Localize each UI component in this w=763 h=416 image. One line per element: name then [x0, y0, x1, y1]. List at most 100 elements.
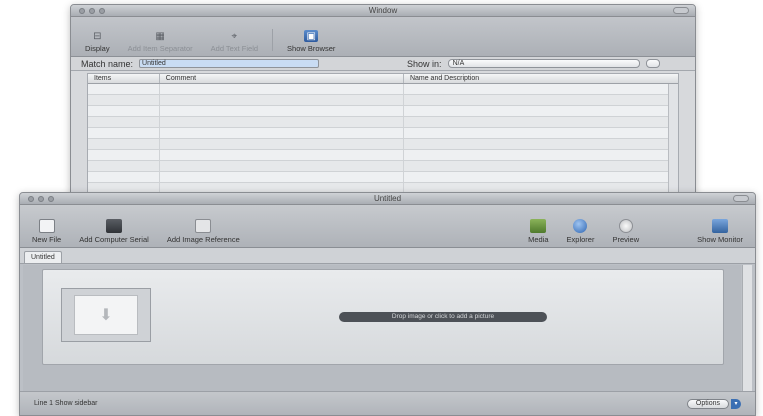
toolbar-item-new-file[interactable]: New File: [28, 219, 65, 244]
table-row[interactable]: [88, 150, 678, 161]
table-row[interactable]: [88, 106, 678, 117]
zoom-button[interactable]: [48, 196, 54, 202]
show-in-label: Show in:: [407, 58, 442, 69]
table-cell: [160, 117, 404, 127]
column-header-comment[interactable]: Comment: [160, 74, 404, 83]
chevron-down-icon[interactable]: ▾: [731, 398, 741, 409]
table-cell: [88, 95, 160, 105]
toolbar-label: Media: [528, 235, 549, 244]
image-drop-panel[interactable]: ⬇ Drop image or click to add a picture: [42, 269, 724, 365]
toolbar-label: Add Image Reference: [166, 235, 240, 244]
column-header-items[interactable]: Items: [88, 74, 160, 83]
toolbar-item-show-monitor[interactable]: Show Monitor: [693, 219, 747, 244]
toolbar-item-add-computer-serial[interactable]: Add Computer Serial: [75, 219, 153, 244]
image-thumbnail[interactable]: ⬇: [61, 288, 151, 342]
match-name-label: Match name:: [81, 58, 134, 69]
table-cell: [404, 172, 678, 182]
toolbar-label: Show Browser: [287, 44, 336, 53]
cursor-icon: ⌖: [231, 30, 238, 42]
window-controls: [28, 196, 54, 202]
options-control: Options ▾: [686, 398, 741, 409]
status-text: Line 1 Show sidebar: [34, 400, 98, 407]
grid-icon: ▦: [155, 30, 165, 42]
play-icon: [618, 219, 633, 233]
table-cell: [160, 106, 404, 116]
table-cell: [88, 161, 160, 171]
toolbar-label: New File: [32, 235, 62, 244]
table-row[interactable]: [88, 117, 678, 128]
table-cell: [404, 117, 678, 127]
toolbar-label: Add Item Separator: [127, 44, 193, 53]
table-cell: [404, 139, 678, 149]
drop-hint: Drop image or click to add a picture: [339, 312, 547, 322]
column-header-name[interactable]: Name and Description: [404, 74, 678, 83]
toolbar-item-add-image-reference[interactable]: Add Image Reference: [163, 219, 244, 244]
toolbar-label: Add Text Field: [210, 44, 259, 53]
close-button[interactable]: [28, 196, 34, 202]
toolbar-item-preview[interactable]: Preview: [608, 219, 643, 244]
toolbar-toggle-button[interactable]: [733, 195, 749, 202]
toolbar-item-show-browser[interactable]: ▣ Show Browser: [283, 30, 339, 53]
table-row[interactable]: [88, 139, 678, 150]
work-area-scrollbar[interactable]: [742, 265, 752, 391]
table-scrollbar[interactable]: [668, 84, 678, 202]
sliders-icon: ⊟: [93, 30, 102, 42]
table-cell: [160, 172, 404, 182]
options-button[interactable]: Options: [686, 398, 729, 409]
table-cell: [404, 95, 678, 105]
table-cell: [160, 95, 404, 105]
minimize-button[interactable]: [38, 196, 44, 202]
table-row[interactable]: [88, 84, 678, 95]
toolbar-item-add-item-separator[interactable]: ▦ Add Item Separator: [124, 30, 197, 54]
table-cell: [404, 161, 678, 171]
toolbar-item-display[interactable]: ⊟ Display: [81, 30, 114, 54]
toolbar-item-add-text-field[interactable]: ⌖ Add Text Field: [207, 30, 262, 54]
table-header: Items Comment Name and Description: [88, 74, 678, 84]
front-window-title: Untitled: [373, 194, 402, 203]
table-cell: [88, 150, 160, 160]
items-table: Items Comment Name and Description: [87, 73, 679, 203]
zoom-button[interactable]: [99, 8, 105, 14]
table-cell: [88, 84, 160, 94]
front-window-titlebar[interactable]: Untitled: [20, 193, 755, 205]
back-window-titlebar[interactable]: Window: [71, 5, 695, 17]
minimize-button[interactable]: [89, 8, 95, 14]
table-cell: [88, 172, 160, 182]
close-button[interactable]: [79, 8, 85, 14]
table-body: [88, 84, 678, 194]
tab-strip: Untitled: [20, 248, 755, 264]
toolbar-label: Display: [85, 44, 110, 53]
tab-untitled[interactable]: Untitled: [24, 251, 62, 263]
match-name-field[interactable]: Untitled: [139, 59, 320, 68]
status-bar: Line 1 Show sidebar Options ▾: [20, 391, 755, 415]
table-row[interactable]: [88, 128, 678, 139]
document-icon: [38, 219, 55, 233]
toolbar-item-explorer[interactable]: Explorer: [563, 219, 599, 244]
back-toolbar: ⊟ Display ▦ Add Item Separator ⌖ Add Tex…: [71, 17, 695, 57]
image-icon: [195, 219, 212, 233]
table-cell: [88, 128, 160, 138]
computer-icon: [106, 219, 122, 233]
table-cell: [88, 106, 160, 116]
toolbar-toggle-button[interactable]: [673, 7, 689, 14]
table-row[interactable]: [88, 172, 678, 183]
search-row: Match name: Untitled Show in: N/A: [71, 57, 695, 71]
toolbar-label: Preview: [612, 235, 640, 244]
window-controls: [79, 8, 105, 14]
toolbar-label: Show Monitor: [697, 235, 743, 244]
download-icon: ⬇: [74, 295, 138, 335]
table-row[interactable]: [88, 161, 678, 172]
table-cell: [404, 150, 678, 160]
table-cell: [160, 150, 404, 160]
show-in-popup[interactable]: N/A: [447, 59, 640, 68]
front-window: Untitled New File Add Computer Serial Ad…: [19, 192, 756, 416]
table-cell: [160, 84, 404, 94]
action-popup[interactable]: [645, 59, 660, 68]
table-cell: [160, 161, 404, 171]
table-cell: [160, 139, 404, 149]
globe-icon: [573, 219, 588, 233]
media-icon: [530, 219, 547, 233]
table-cell: [404, 128, 678, 138]
table-row[interactable]: [88, 95, 678, 106]
toolbar-item-media[interactable]: Media: [524, 219, 552, 244]
